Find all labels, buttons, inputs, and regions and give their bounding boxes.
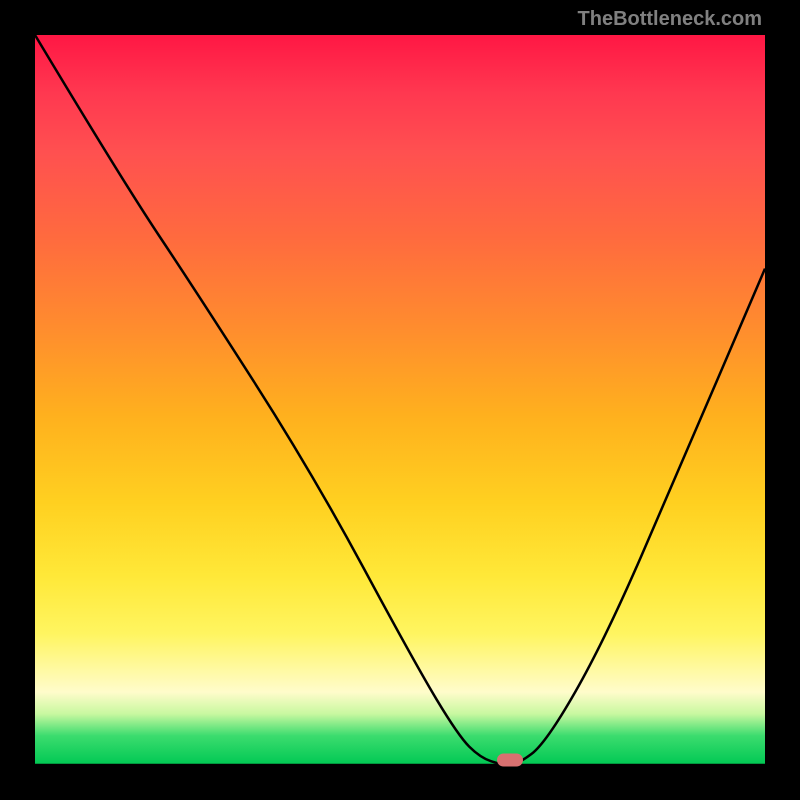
plot-area	[35, 35, 765, 765]
chart-container: TheBottleneck.com	[0, 0, 800, 800]
watermark-text: TheBottleneck.com	[578, 8, 762, 31]
optimum-marker	[497, 753, 523, 766]
curve-svg	[35, 35, 765, 765]
bottleneck-curve	[35, 35, 765, 765]
